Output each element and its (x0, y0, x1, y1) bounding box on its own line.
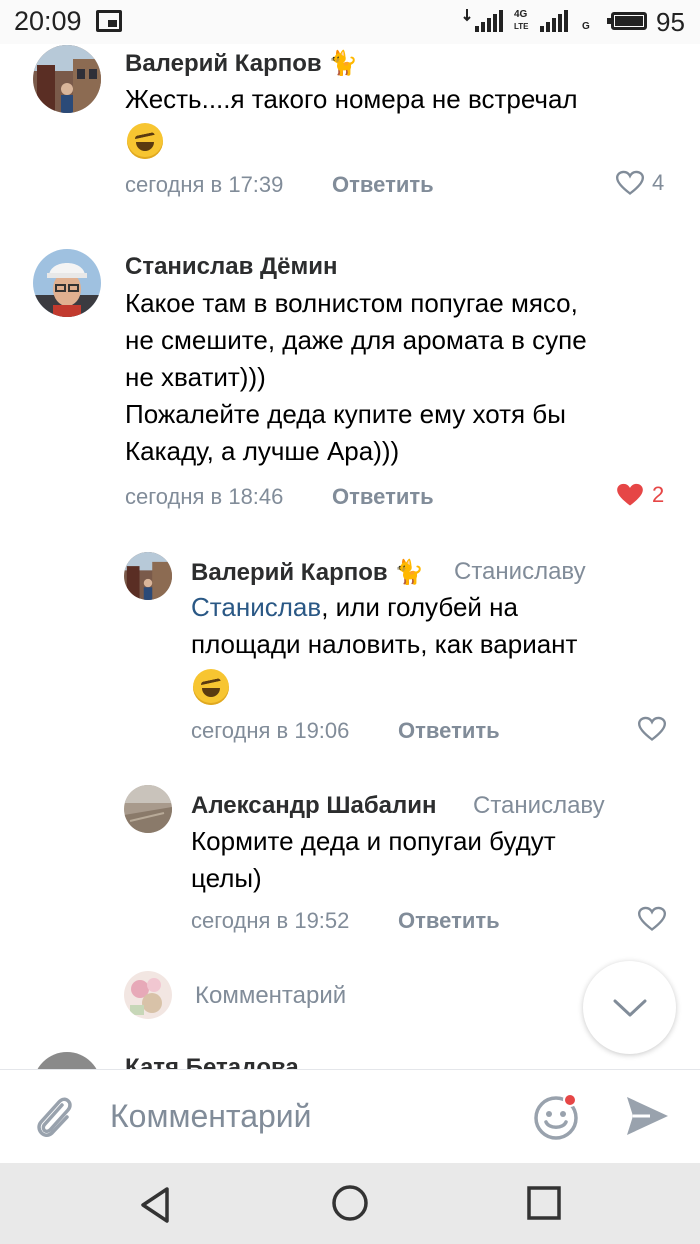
like-count: 4 (652, 170, 665, 195)
comment-author[interactable]: Станислав Дёмин (125, 253, 338, 281)
reply-button[interactable]: Ответить (332, 172, 434, 198)
network-4g-label: 4G (514, 9, 528, 20)
chevron-down-icon (613, 999, 647, 1017)
reply-to-label[interactable]: Станиславу (473, 792, 605, 820)
scroll-down-button[interactable] (583, 961, 676, 1054)
signal-bars-2-icon (540, 10, 568, 32)
home-icon[interactable] (330, 1183, 370, 1223)
avatar[interactable] (33, 249, 101, 317)
comment-text: Какое там в волнистом попугае мясо, не с… (125, 288, 587, 466)
heart-outline-icon (638, 906, 666, 931)
system-nav-bar (0, 1163, 700, 1244)
battery-icon (607, 12, 647, 30)
comment-author[interactable]: Александр Шабалин (191, 792, 436, 820)
heart-filled-icon (617, 483, 643, 506)
mention-link[interactable]: Станислав (191, 592, 321, 622)
comment-text: Станислав, или голубей на площади налови… (191, 592, 578, 659)
avatar[interactable] (33, 45, 101, 113)
recents-icon[interactable] (526, 1185, 562, 1221)
comment-text: Жесть....я такого номера не встречал (125, 84, 578, 114)
like-button[interactable] (638, 716, 666, 742)
add-comment-placeholder[interactable]: Комментарий (195, 982, 346, 1010)
back-icon[interactable] (137, 1185, 177, 1225)
like-button[interactable] (638, 906, 666, 932)
signal-bars-1-icon (475, 10, 503, 32)
avatar[interactable] (124, 552, 172, 600)
comment-timestamp: сегодня в 19:52 (191, 908, 350, 933)
comment-author[interactable]: Валерий Карпов 🐈 (191, 558, 424, 587)
rofl-emoji-icon (193, 669, 229, 705)
image-notification-icon (96, 10, 122, 32)
like-button[interactable]: 2 (616, 482, 664, 508)
send-icon[interactable] (624, 1094, 670, 1138)
reply-button[interactable]: Ответить (332, 484, 434, 510)
comment-input-bar (0, 1069, 700, 1164)
my-avatar (124, 971, 172, 1019)
emoji-button[interactable] (532, 1093, 580, 1142)
status-bar: 20:09 4G LTE G 95 (0, 0, 700, 44)
reply-button[interactable]: Ответить (398, 908, 500, 934)
network-g-label: G (582, 21, 590, 32)
like-button[interactable]: 4 (616, 170, 664, 196)
attach-icon[interactable] (32, 1093, 78, 1141)
comment-text: Кормите деда и попугаи будут целы) (191, 826, 556, 893)
reply-to-label[interactable]: Станиславу (454, 558, 586, 586)
avatar[interactable] (124, 785, 172, 833)
like-count: 2 (652, 482, 665, 507)
smiley-icon (534, 1093, 578, 1140)
heart-outline-icon (638, 716, 666, 741)
battery-percent: 95 (656, 7, 685, 37)
comment-author-cut: Катя Бетадова (125, 1056, 299, 1070)
network-lte-label: LTE (514, 22, 529, 31)
comment-timestamp: сегодня в 19:06 (191, 718, 350, 743)
rofl-emoji-icon (127, 123, 163, 159)
comment-timestamp: сегодня в 17:39 (125, 172, 284, 197)
status-time: 20:09 (14, 6, 82, 36)
comment-timestamp: сегодня в 18:46 (125, 484, 284, 509)
comment-input[interactable]: Комментарий (110, 1098, 312, 1135)
heart-outline-icon (616, 170, 644, 195)
reply-button[interactable]: Ответить (398, 718, 500, 744)
comment-author[interactable]: Валерий Карпов 🐈 (125, 49, 358, 78)
